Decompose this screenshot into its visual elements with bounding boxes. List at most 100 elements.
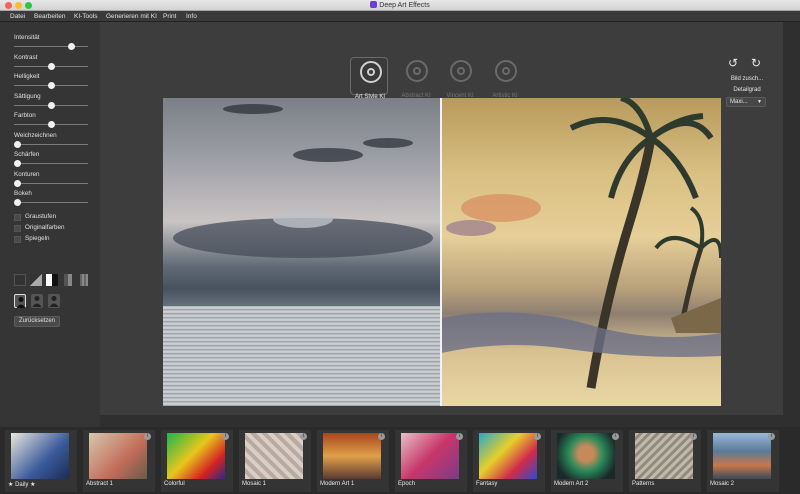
slider-label: Weichzeichnen [14, 131, 57, 139]
style-thumbnail-strip: ★ Daily ★ i Abstract 1 i Colorful i Mosa… [0, 427, 800, 494]
comparison-divider-handle[interactable] [440, 98, 442, 406]
slider-knob[interactable] [47, 82, 55, 89]
style-mode-artistic-ki-button[interactable]: Artistic KI [486, 57, 524, 99]
aperture-icon [495, 60, 517, 82]
portrait-mode-1-button[interactable] [14, 294, 26, 308]
style-thumb-fantasy[interactable]: i Fantasy [473, 430, 545, 492]
slider-track[interactable] [14, 46, 88, 47]
checkbox-spiegeln[interactable] [14, 236, 21, 243]
blend-mode-half-button[interactable] [64, 274, 72, 286]
menu-ki-tools[interactable]: KI-Tools [74, 11, 97, 22]
style-thumb-epoch[interactable]: i Epoch [395, 430, 467, 492]
window-title-text: Deep Art Effects [379, 2, 430, 9]
adjustments-panel: Intensität Kontrast Helligkeit Sättigung Far… [0, 22, 100, 427]
reset-button[interactable]: Zurücksetzen [14, 316, 60, 327]
slider-knob[interactable] [14, 140, 21, 148]
style-thumb-mosaic-2[interactable]: i Mosaic 2 [707, 430, 779, 492]
info-icon[interactable]: i [690, 433, 697, 440]
slider-label: Helligkeit [14, 73, 40, 80]
style-thumb-label: Mosaic 2 [710, 481, 735, 487]
person-icon [16, 297, 26, 308]
info-icon[interactable]: i [612, 433, 619, 440]
blend-mode-diagonal-button[interactable] [30, 274, 42, 286]
slider-knob[interactable] [47, 101, 55, 109]
slider-knob[interactable] [67, 43, 75, 50]
style-thumb-daily[interactable]: ★ Daily ★ [5, 430, 77, 492]
menu-generieren-mit-ki[interactable]: Generieren mit KI [106, 11, 157, 22]
info-icon[interactable]: i [222, 433, 229, 440]
style-thumb-label: Epoch [398, 481, 416, 487]
style-thumb-label: Mosaic 1 [242, 481, 267, 487]
blend-mode-split-button[interactable] [46, 274, 58, 286]
app-icon [370, 1, 378, 8]
info-icon[interactable]: i [300, 433, 307, 440]
style-thumb-colorful[interactable]: i Colorful [161, 430, 233, 492]
palm-tree-illustration [441, 98, 721, 389]
slider-label: Farbton [14, 112, 36, 119]
style-thumb-modern-art-2[interactable]: i Modern Art 2 [551, 430, 623, 492]
menu-info[interactable]: Info [186, 11, 197, 22]
style-thumb-label: Colorful [164, 481, 185, 487]
slider-knob[interactable] [14, 160, 21, 167]
info-icon[interactable]: i [144, 433, 151, 440]
slider-knob[interactable] [47, 121, 55, 128]
slider-label: Schärfen [14, 151, 40, 158]
info-icon[interactable]: i [456, 433, 463, 440]
slider-knob[interactable] [47, 62, 55, 70]
undo-icon[interactable]: ↺ [726, 56, 740, 70]
style-thumb-label: Modern Art 2 [554, 481, 589, 487]
info-icon[interactable]: i [768, 433, 775, 440]
person-icon [32, 296, 42, 307]
aperture-icon [360, 61, 382, 83]
slider-label: Sättigung [14, 92, 41, 100]
info-icon[interactable]: i [378, 433, 385, 440]
menu-print[interactable]: Print [163, 11, 176, 22]
slider-track[interactable] [14, 182, 88, 184]
detail-level-select[interactable]: Maxi... ▼ [726, 97, 766, 107]
style-thumb-mosaic-1[interactable]: i Mosaic 1 [239, 430, 311, 492]
chevron-down-icon: ▼ [757, 99, 762, 105]
style-mode-abstract-ki-button[interactable]: Abstract KI [397, 57, 435, 99]
slider-knob[interactable] [14, 199, 21, 206]
redo-icon[interactable]: ↻ [749, 56, 763, 70]
save-image-button[interactable]: Bild zusch... [726, 74, 768, 84]
slider-knob[interactable] [14, 179, 21, 187]
menu-bearbeiten[interactable]: Bearbeiten [34, 11, 65, 22]
slider-track[interactable] [14, 163, 88, 164]
slider-label: Kontrast [14, 53, 38, 61]
style-thumb-modern-art-1[interactable]: i Modern Art 1 [317, 430, 389, 492]
slider-label: Intensität [14, 34, 40, 41]
style-thumb-label: Patterns [632, 481, 655, 487]
checkbox-originalfarben[interactable] [14, 225, 21, 232]
info-icon[interactable]: i [534, 433, 541, 440]
blend-mode-stripes-button[interactable] [80, 274, 88, 286]
checkbox-graustufen[interactable] [14, 214, 21, 221]
style-thumb-label: Fantasy [476, 481, 498, 487]
menu-datei[interactable]: Datei [10, 11, 25, 22]
blend-mode-dark-button[interactable] [14, 274, 26, 286]
style-thumb-label: Modern Art 1 [320, 481, 355, 487]
aperture-icon [406, 60, 428, 82]
menu-bar: Datei Bearbeiten KI-Tools Generieren mit… [0, 11, 800, 22]
aperture-icon [450, 60, 472, 82]
style-thumb-label: Abstract 1 [86, 481, 114, 487]
portrait-mode-3-button[interactable] [48, 294, 60, 308]
style-thumb-patterns[interactable]: i Patterns [629, 430, 701, 492]
detail-level-label: Detailgrad [733, 87, 761, 93]
main-canvas-area: Art Style KI Abstract KI Vincent KI Arti… [100, 22, 783, 415]
stylized-photo [441, 98, 721, 406]
slider-label: Konturen [14, 170, 40, 178]
label-originalfarben: Originalfarben [25, 224, 65, 231]
style-mode-vincent-ki-button[interactable]: Vincent KI [441, 57, 479, 99]
slider-track[interactable] [14, 143, 88, 145]
label-graustufen: Graustufen [25, 213, 57, 220]
slider-label: Bokeh [14, 190, 32, 197]
original-photo [163, 98, 441, 406]
title-bar: Deep Art Effects [0, 0, 800, 11]
style-thumb-label: ★ Daily ★ [8, 482, 36, 488]
portrait-mode-2-button[interactable] [31, 294, 43, 308]
style-mode-art-style-ki-button[interactable]: Art Style KI [350, 57, 388, 100]
slider-track[interactable] [14, 202, 88, 203]
style-thumb-abstract-1[interactable]: i Abstract 1 [83, 430, 155, 492]
detail-level-value: Maxi... [730, 99, 748, 105]
